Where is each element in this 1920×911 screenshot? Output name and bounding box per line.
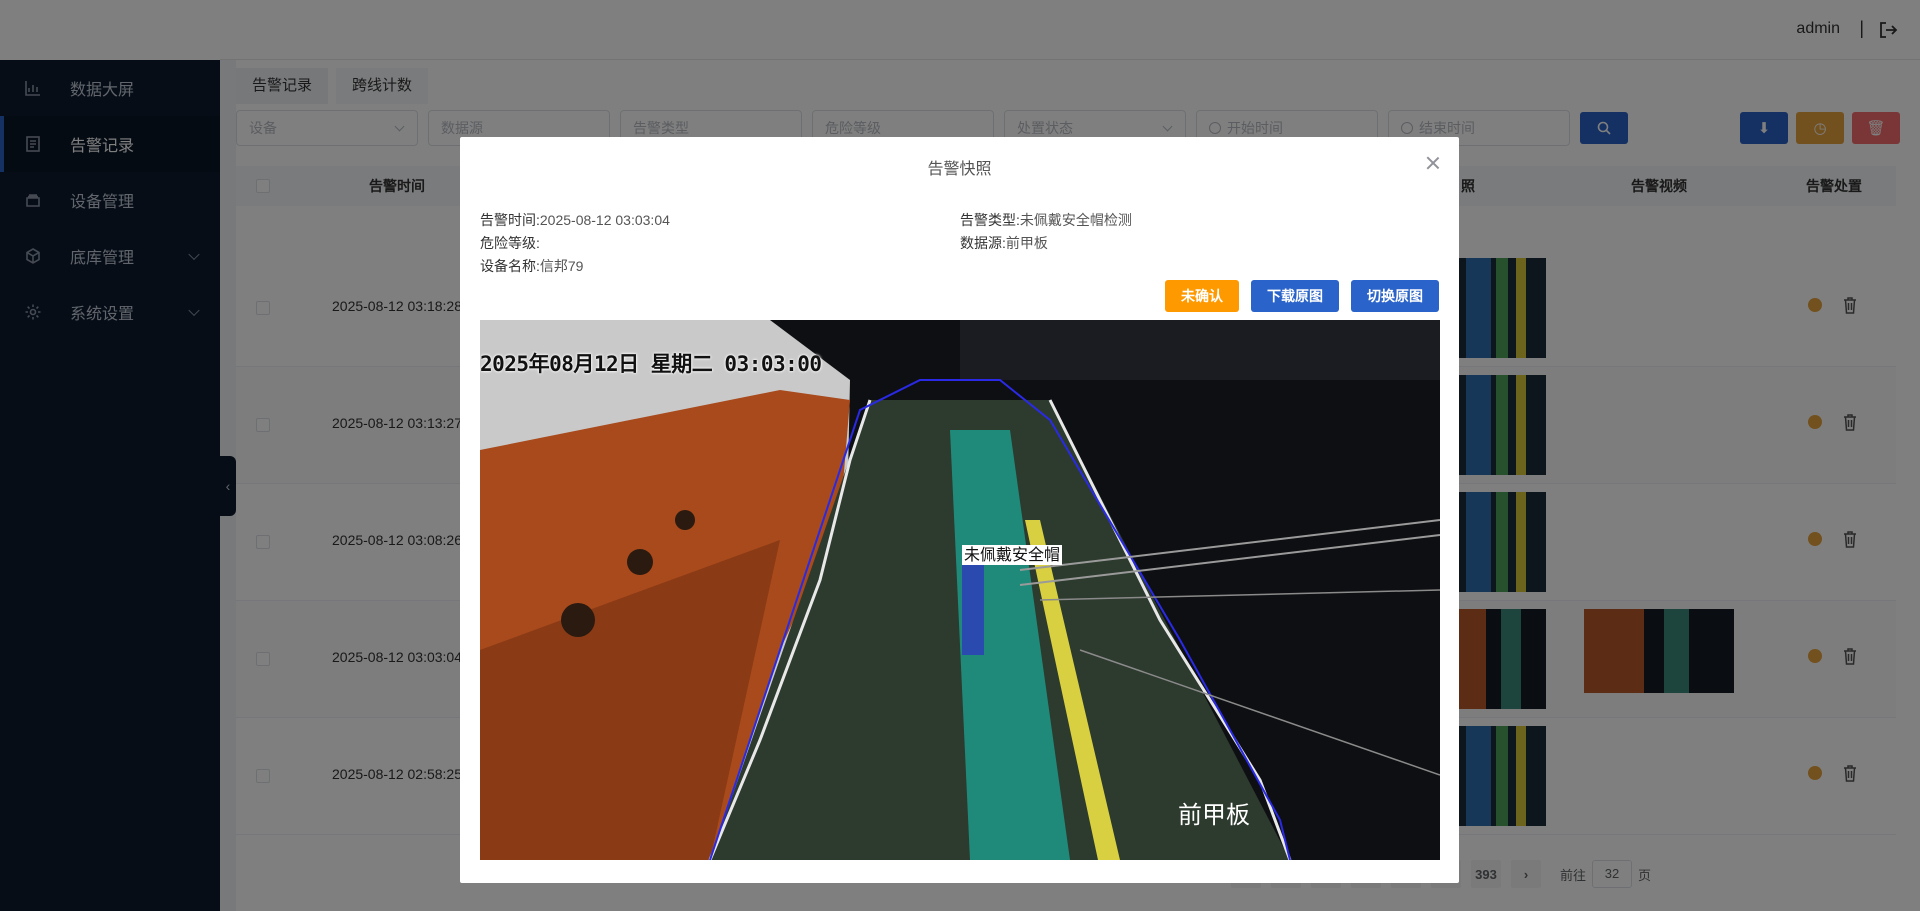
alarm-snapshot-dialog: 告警快照 告警时间:2025-08-12 03:03:04 危险等级: 设备名称… [460,137,1459,883]
alarm-time-field: 告警时间:2025-08-12 03:03:04 [480,209,670,232]
switch-original-button[interactable]: 切换原图 [1351,280,1439,312]
alarm-type-field: 告警类型:未佩戴安全帽检测 [960,209,1132,232]
camera-name-overlay: 前甲板 [1178,802,1250,829]
snapshot-image: 2025年08月12日 星期二 03:03:00 未佩戴安全帽 前甲板 [480,320,1440,860]
danger-level-label: 危险等级: [480,235,540,251]
dialog-actions: 未确认 下载原图 切换原图 [1153,280,1439,312]
download-original-button[interactable]: 下载原图 [1251,280,1339,312]
dialog-title: 告警快照 [927,161,992,178]
alarm-time-label: 告警时间: [480,212,540,228]
device-name-label: 设备名称: [480,258,540,274]
danger-level-field: 危险等级: [480,232,540,255]
unconfirmed-button[interactable]: 未确认 [1165,280,1239,312]
detection-label: 未佩戴安全帽 [962,545,1063,565]
alarm-type-label: 告警类型: [960,212,1020,228]
source-label: 数据源: [960,235,1006,251]
alarm-time-value: 2025-08-12 03:03:04 [539,212,670,228]
device-name-field: 设备名称:信邦79 [480,255,583,278]
close-icon[interactable] [1425,155,1441,171]
source-field: 数据源:前甲板 [960,232,1048,255]
source-value: 前甲板 [1005,235,1048,251]
image-timestamp: 2025年08月12日 星期二 03:03:00 [480,352,822,376]
alarm-type-value: 未佩戴安全帽检测 [1019,212,1132,228]
device-name-value: 信邦79 [539,258,584,274]
